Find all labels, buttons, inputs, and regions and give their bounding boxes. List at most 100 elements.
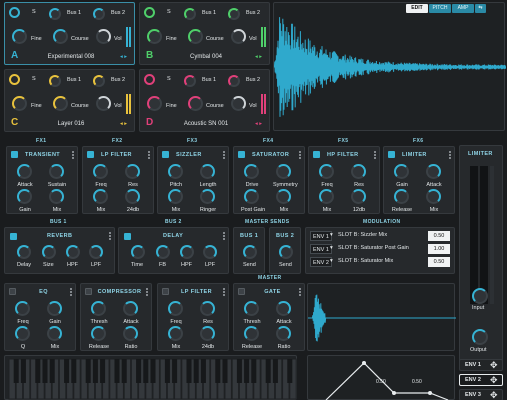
master-fx-knob-1[interactable]	[15, 301, 30, 316]
fine-knob[interactable]	[147, 96, 162, 111]
fx-enable-checkbox[interactable]	[313, 151, 320, 158]
input-knob[interactable]	[472, 288, 488, 304]
master-fx-knob-4[interactable]	[47, 326, 62, 341]
solo-button[interactable]: S	[167, 9, 171, 15]
sample-nav-arrows-icon[interactable]: ◂ ▸	[255, 54, 262, 60]
black-key[interactable]	[71, 359, 77, 383]
slot-b-panel[interactable]: S Bus 1 Bus 2 Fine Course Vol B Cymbal 004 ◂ ▸	[139, 2, 270, 65]
fx-enable-checkbox[interactable]	[162, 151, 169, 158]
delay-fb-knob[interactable]	[156, 245, 170, 259]
tab-amp[interactable]: AMP	[452, 4, 474, 13]
black-key[interactable]	[20, 359, 26, 383]
black-key[interactable]	[215, 359, 221, 383]
fine-knob[interactable]	[12, 96, 27, 111]
bus2-send-knob[interactable]	[93, 75, 105, 87]
black-key[interactable]	[265, 359, 271, 383]
mod-dropdown-icon[interactable]: ▾	[330, 232, 333, 238]
delay-menu-icon[interactable]	[223, 232, 226, 240]
sample-name[interactable]: Layer 016	[41, 121, 101, 127]
fx-knob-1[interactable]	[168, 164, 183, 179]
black-key[interactable]	[244, 359, 250, 383]
master-fx-menu-icon[interactable]	[70, 288, 73, 296]
volume-knob[interactable]	[231, 29, 246, 44]
delay-time-knob[interactable]	[131, 245, 145, 259]
fx-knob-1[interactable]	[93, 164, 108, 179]
black-key[interactable]	[13, 359, 19, 383]
slot-a-panel[interactable]: S Bus 1 Bus 2 Fine Course Vol A Experimental 00…	[4, 2, 135, 65]
black-key[interactable]	[114, 359, 120, 383]
mod-amount-field[interactable]: 0.50	[428, 257, 450, 267]
master-fx-menu-icon[interactable]	[223, 288, 226, 296]
delay-enable-checkbox[interactable]	[124, 233, 131, 240]
fx-menu-icon[interactable]	[449, 151, 452, 159]
mod-target[interactable]: SLOT B: Saturator Post Gain	[338, 245, 409, 251]
bus1-send-knob[interactable]	[184, 8, 196, 20]
reverb-delay-knob[interactable]	[17, 245, 31, 259]
fx-knob-3[interactable]	[17, 189, 32, 204]
master-fx-knob-1[interactable]	[244, 301, 259, 316]
fx-knob-2[interactable]	[426, 164, 441, 179]
master-fx-knob-4[interactable]	[276, 326, 291, 341]
reverb-hpf-knob[interactable]	[66, 245, 80, 259]
refresh-icon[interactable]: ⇆	[475, 4, 486, 13]
fx-knob-4[interactable]	[426, 189, 441, 204]
fx-menu-icon[interactable]	[223, 151, 226, 159]
master-fx-knob-3[interactable]	[168, 326, 183, 341]
fx-menu-icon[interactable]	[148, 151, 151, 159]
mod-target[interactable]: SLOT B: Saturator Mix	[338, 258, 393, 264]
env-button-3[interactable]: ENV 3 ✥	[459, 389, 503, 400]
fx-knob-1[interactable]	[394, 164, 409, 179]
mod-env-select[interactable]: ENV 1	[310, 244, 332, 254]
master-fx-knob-1[interactable]	[168, 301, 183, 316]
fx-knob-3[interactable]	[93, 189, 108, 204]
master-fx-enable-checkbox[interactable]	[85, 288, 92, 295]
master-fx-knob-4[interactable]	[123, 326, 138, 341]
slot-c-panel[interactable]: S Bus 1 Bus 2 Fine Course Vol C Layer 016 ◂ ▸	[4, 69, 135, 132]
power-icon[interactable]	[144, 74, 155, 85]
fx-knob-1[interactable]	[17, 164, 32, 179]
black-key[interactable]	[85, 359, 91, 383]
bus2-send-knob[interactable]	[228, 8, 240, 20]
master-fx-knob-1[interactable]	[91, 301, 106, 316]
fx-knob-3[interactable]	[319, 189, 334, 204]
sample-name[interactable]: Experimental 008	[41, 54, 101, 60]
tab-pitch[interactable]: PITCH	[429, 4, 451, 13]
course-knob[interactable]	[188, 29, 203, 44]
fx-knob-4[interactable]	[276, 189, 291, 204]
reverb-enable-checkbox[interactable]	[10, 233, 17, 240]
keyboard-panel[interactable]	[4, 355, 297, 400]
black-key[interactable]	[172, 359, 178, 383]
delay-hpf-knob[interactable]	[180, 245, 194, 259]
bus2-send-knob[interactable]	[93, 8, 105, 20]
black-key[interactable]	[49, 359, 55, 383]
bus1-send-knob[interactable]	[184, 75, 196, 87]
fx-knob-2[interactable]	[200, 164, 215, 179]
fx-knob-4[interactable]	[200, 189, 215, 204]
fx-knob-2[interactable]	[351, 164, 366, 179]
fx-knob-2[interactable]	[276, 164, 291, 179]
fx-knob-1[interactable]	[244, 164, 259, 179]
black-key[interactable]	[100, 359, 106, 383]
send-bus2-knob[interactable]	[279, 245, 293, 259]
master-fx-enable-checkbox[interactable]	[9, 288, 16, 295]
master-fx-knob-4[interactable]	[200, 326, 215, 341]
master-fx-knob-2[interactable]	[200, 301, 215, 316]
black-key[interactable]	[236, 359, 242, 383]
mod-env-select[interactable]: ENV 2	[310, 257, 332, 267]
bus2-send-knob[interactable]	[228, 75, 240, 87]
master-fx-enable-checkbox[interactable]	[238, 288, 245, 295]
black-key[interactable]	[143, 359, 149, 383]
mod-amount-field[interactable]: 1.00	[428, 244, 450, 254]
sample-name[interactable]: Cymbal 004	[176, 54, 236, 60]
mod-target[interactable]: SLOT B: Sizzler Mix	[338, 232, 387, 238]
fine-knob[interactable]	[147, 29, 162, 44]
sample-nav-arrows-icon[interactable]: ◂ ▸	[120, 54, 127, 60]
solo-button[interactable]: S	[32, 76, 36, 82]
black-key[interactable]	[251, 359, 257, 383]
fx-menu-icon[interactable]	[72, 151, 75, 159]
fx-enable-checkbox[interactable]	[11, 151, 18, 158]
solo-button[interactable]: S	[167, 76, 171, 82]
black-key[interactable]	[92, 359, 98, 383]
power-icon[interactable]	[144, 7, 155, 18]
volume-knob[interactable]	[231, 96, 246, 111]
